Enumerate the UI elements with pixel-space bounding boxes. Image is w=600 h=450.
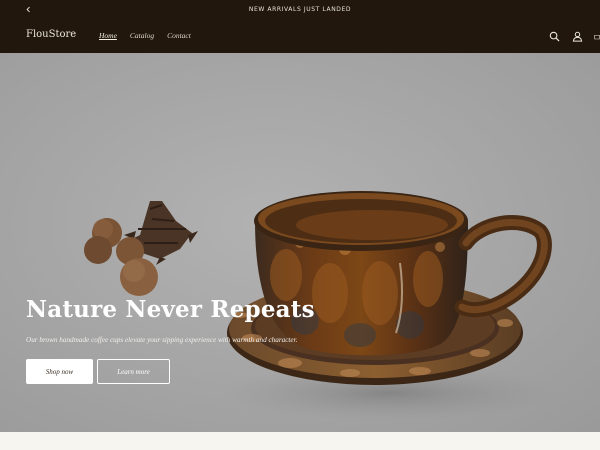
search-icon — [549, 31, 560, 42]
announcement-bar: NEW ARRIVALS JUST LANDED — [0, 0, 600, 18]
shop-now-button[interactable]: Shop now — [26, 359, 93, 384]
nav-item-contact[interactable]: Contact — [167, 31, 191, 40]
chevron-left-icon — [25, 6, 30, 12]
announcement-text: NEW ARRIVALS JUST LANDED — [248, 5, 352, 13]
account-icon — [572, 31, 582, 42]
learn-more-button[interactable]: Learn more — [97, 359, 170, 384]
hero-banner: Nature Never Repeats Our brown handmade … — [0, 53, 600, 432]
next-section — [0, 432, 600, 450]
cart-icon — [594, 34, 600, 39]
main-nav: Home Catalog Contact — [99, 31, 191, 40]
search-button[interactable] — [548, 30, 560, 42]
nav-item-home[interactable]: Home — [99, 31, 117, 40]
store-logo[interactable]: FlouStore — [26, 29, 76, 40]
hero-title: Nature Never Repeats — [26, 296, 315, 323]
cart-button[interactable] — [594, 30, 600, 42]
hero-subtitle: Our brown handmade coffee cups elevate y… — [26, 336, 298, 344]
header-icons — [548, 30, 600, 42]
site-header: FlouStore Home Catalog Contact — [0, 18, 600, 53]
nav-item-catalog[interactable]: Catalog — [130, 31, 154, 40]
announcement-prev-button[interactable] — [22, 3, 34, 15]
account-button[interactable] — [571, 30, 583, 42]
